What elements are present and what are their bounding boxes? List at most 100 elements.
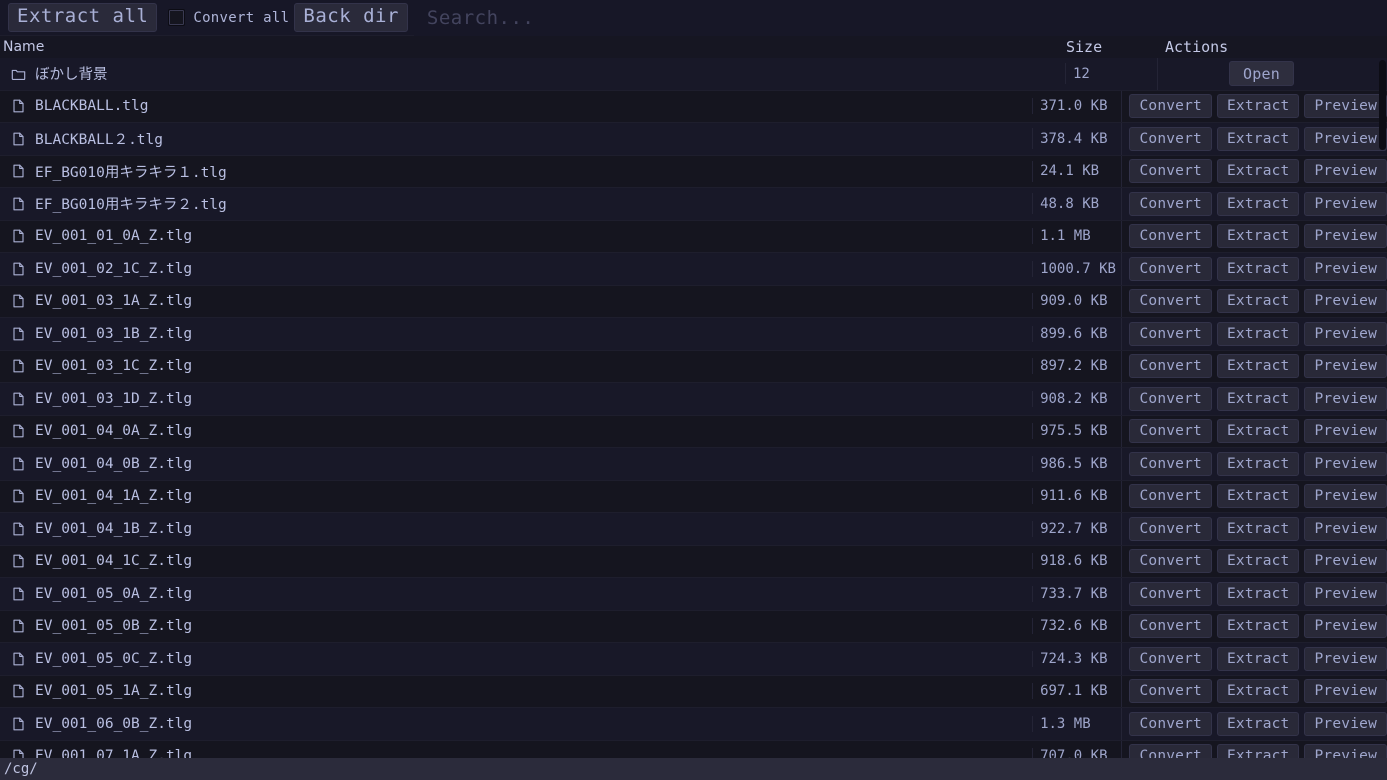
extract-button[interactable]: Extract bbox=[1216, 419, 1300, 444]
search-input[interactable] bbox=[413, 0, 1387, 36]
table-row[interactable]: BLACKBALL２.tlg 378.4 KB Convert Extract Prev… bbox=[0, 123, 1387, 156]
preview-button[interactable]: Preview bbox=[1304, 679, 1387, 704]
file-name-cell[interactable]: EV_001_03_1A_Z.tlg bbox=[0, 293, 1034, 310]
extract-button[interactable]: Extract bbox=[1216, 256, 1300, 281]
file-name-cell[interactable]: EV_001_04_1C_Z.tlg bbox=[0, 553, 1034, 570]
file-name-cell[interactable]: EV_001_04_1B_Z.tlg bbox=[0, 520, 1034, 537]
preview-button[interactable]: Preview bbox=[1304, 94, 1387, 119]
convert-all-checkbox[interactable] bbox=[168, 9, 186, 26]
extract-button[interactable]: Extract bbox=[1216, 549, 1300, 574]
table-row[interactable]: EV_001_04_1C_Z.tlg 918.6 KB Convert Extract… bbox=[0, 545, 1387, 578]
convert-button[interactable]: Convert bbox=[1129, 159, 1212, 184]
convert-button[interactable]: Convert bbox=[1129, 744, 1212, 758]
file-name-cell[interactable]: EV_001_05_1A_Z.tlg bbox=[0, 683, 1034, 700]
preview-button[interactable]: Preview bbox=[1304, 451, 1387, 476]
extract-button[interactable]: Extract bbox=[1216, 386, 1300, 411]
convert-button[interactable]: Convert bbox=[1129, 289, 1212, 314]
file-name-cell[interactable]: EF_BG010用キラキラ２.tlg bbox=[0, 193, 1034, 215]
extract-button[interactable]: Extract bbox=[1216, 581, 1300, 606]
convert-button[interactable]: Convert bbox=[1129, 256, 1212, 281]
convert-button[interactable]: Convert bbox=[1129, 679, 1212, 704]
extract-button[interactable]: Extract bbox=[1216, 126, 1300, 151]
file-name-cell[interactable]: BLACKBALL.tlg bbox=[0, 98, 1034, 115]
convert-button[interactable]: Convert bbox=[1129, 711, 1212, 736]
extract-button[interactable]: Extract bbox=[1216, 614, 1300, 639]
file-name-cell[interactable]: EV_001_05_0B_Z.tlg bbox=[0, 618, 1034, 635]
preview-button[interactable]: Preview bbox=[1304, 614, 1387, 639]
file-name-cell[interactable]: EV_001_04_0B_Z.tlg bbox=[0, 455, 1034, 472]
preview-button[interactable]: Preview bbox=[1304, 711, 1387, 736]
file-name-cell[interactable]: EV_001_04_1A_Z.tlg bbox=[0, 488, 1034, 505]
table-row[interactable]: EV_001_03_1D_Z.tlg 908.2 KB Convert Extract… bbox=[0, 383, 1387, 416]
extract-button[interactable]: Extract bbox=[1216, 679, 1300, 704]
convert-button[interactable]: Convert bbox=[1129, 321, 1212, 346]
preview-button[interactable]: Preview bbox=[1304, 126, 1387, 151]
back-dir-button[interactable]: Back dir bbox=[294, 3, 408, 32]
file-name-cell[interactable]: BLACKBALL２.tlg bbox=[0, 128, 1034, 150]
convert-button[interactable]: Convert bbox=[1129, 354, 1212, 379]
extract-button[interactable]: Extract bbox=[1216, 451, 1300, 476]
file-name-cell[interactable]: ぼかし背景 bbox=[0, 63, 1066, 85]
table-row[interactable]: EV_001_05_0C_Z.tlg 724.3 KB Convert Extract… bbox=[0, 643, 1387, 676]
extract-button[interactable]: Extract bbox=[1216, 191, 1300, 216]
open-button[interactable]: Open bbox=[1229, 61, 1294, 87]
extract-button[interactable]: Extract bbox=[1216, 484, 1300, 509]
table-row[interactable]: EV_001_03_1C_Z.tlg 897.2 KB Convert Extract… bbox=[0, 350, 1387, 383]
table-row[interactable]: EV_001_04_1A_Z.tlg 911.6 KB Convert Extract… bbox=[0, 480, 1387, 513]
preview-button[interactable]: Preview bbox=[1304, 516, 1387, 541]
table-row[interactable]: ぼかし背景 12 Open bbox=[0, 58, 1387, 91]
file-name-cell[interactable]: EV_001_03_1B_Z.tlg bbox=[0, 325, 1034, 342]
preview-button[interactable]: Preview bbox=[1304, 419, 1387, 444]
extract-button[interactable]: Extract bbox=[1216, 354, 1300, 379]
table-row[interactable]: EV_001_04_1B_Z.tlg 922.7 KB Convert Extract… bbox=[0, 513, 1387, 546]
file-name-cell[interactable]: EV_001_06_0B_Z.tlg bbox=[0, 715, 1034, 732]
extract-button[interactable]: Extract bbox=[1216, 289, 1300, 314]
table-row[interactable]: EV_001_02_1C_Z.tlg 1000.7 KB Convert Extrac… bbox=[0, 253, 1387, 286]
table-row[interactable]: EV_001_03_1B_Z.tlg 899.6 KB Convert Extract… bbox=[0, 318, 1387, 351]
convert-button[interactable]: Convert bbox=[1129, 191, 1212, 216]
table-row[interactable]: EV_001_04_0B_Z.tlg 986.5 KB Convert Extract… bbox=[0, 448, 1387, 481]
preview-button[interactable]: Preview bbox=[1304, 191, 1387, 216]
file-name-cell[interactable]: EV_001_07_1A_Z.tlg bbox=[0, 748, 1034, 758]
convert-button[interactable]: Convert bbox=[1129, 94, 1212, 119]
preview-button[interactable]: Preview bbox=[1304, 386, 1387, 411]
convert-button[interactable]: Convert bbox=[1129, 549, 1212, 574]
scrollbar-thumb[interactable] bbox=[1379, 60, 1386, 150]
convert-button[interactable]: Convert bbox=[1129, 516, 1212, 541]
file-name-cell[interactable]: EF_BG010用キラキラ１.tlg bbox=[0, 160, 1034, 182]
preview-button[interactable]: Preview bbox=[1304, 581, 1387, 606]
table-row[interactable]: EV_001_06_0B_Z.tlg 1.3 MB Convert Extract Pr… bbox=[0, 708, 1387, 741]
preview-button[interactable]: Preview bbox=[1304, 484, 1387, 509]
preview-button[interactable]: Preview bbox=[1304, 256, 1387, 281]
table-row[interactable]: EV_001_04_0A_Z.tlg 975.5 KB Convert Extract… bbox=[0, 415, 1387, 448]
preview-button[interactable]: Preview bbox=[1304, 289, 1387, 314]
preview-button[interactable]: Preview bbox=[1304, 224, 1387, 249]
extract-button[interactable]: Extract bbox=[1216, 646, 1300, 671]
convert-button[interactable]: Convert bbox=[1129, 581, 1212, 606]
preview-button[interactable]: Preview bbox=[1304, 549, 1387, 574]
table-row[interactable]: EV_001_05_0B_Z.tlg 732.6 KB Convert Extract… bbox=[0, 610, 1387, 643]
convert-button[interactable]: Convert bbox=[1129, 451, 1212, 476]
table-row[interactable]: EF_BG010用キラキラ１.tlg 24.1 KB Convert Extract P… bbox=[0, 155, 1387, 188]
table-row[interactable]: EF_BG010用キラキラ２.tlg 48.8 KB Convert Extract P… bbox=[0, 188, 1387, 221]
extract-button[interactable]: Extract bbox=[1216, 159, 1300, 184]
file-name-cell[interactable]: EV_001_03_1D_Z.tlg bbox=[0, 390, 1034, 407]
file-name-cell[interactable]: EV_001_04_0A_Z.tlg bbox=[0, 423, 1034, 440]
preview-button[interactable]: Preview bbox=[1304, 646, 1387, 671]
convert-button[interactable]: Convert bbox=[1129, 126, 1212, 151]
extract-button[interactable]: Extract bbox=[1216, 516, 1300, 541]
convert-button[interactable]: Convert bbox=[1129, 224, 1212, 249]
file-name-cell[interactable]: EV_001_01_0A_Z.tlg bbox=[0, 228, 1034, 245]
table-row[interactable]: EV_001_07_1A_Z.tlg 707.0 KB Convert Extract… bbox=[0, 740, 1387, 758]
extract-button[interactable]: Extract bbox=[1216, 94, 1300, 119]
table-row[interactable]: EV_001_05_1A_Z.tlg 697.1 KB Convert Extract… bbox=[0, 675, 1387, 708]
extract-all-button[interactable]: Extract all bbox=[8, 3, 158, 32]
extract-button[interactable]: Extract bbox=[1216, 744, 1300, 758]
file-name-cell[interactable]: EV_001_05_0C_Z.tlg bbox=[0, 650, 1034, 667]
extract-button[interactable]: Extract bbox=[1216, 321, 1300, 346]
preview-button[interactable]: Preview bbox=[1304, 354, 1387, 379]
table-row[interactable]: BLACKBALL.tlg 371.0 KB Convert Extract Previ… bbox=[0, 90, 1387, 123]
convert-button[interactable]: Convert bbox=[1129, 484, 1212, 509]
vertical-scrollbar[interactable] bbox=[1378, 58, 1387, 758]
extract-button[interactable]: Extract bbox=[1216, 224, 1300, 249]
